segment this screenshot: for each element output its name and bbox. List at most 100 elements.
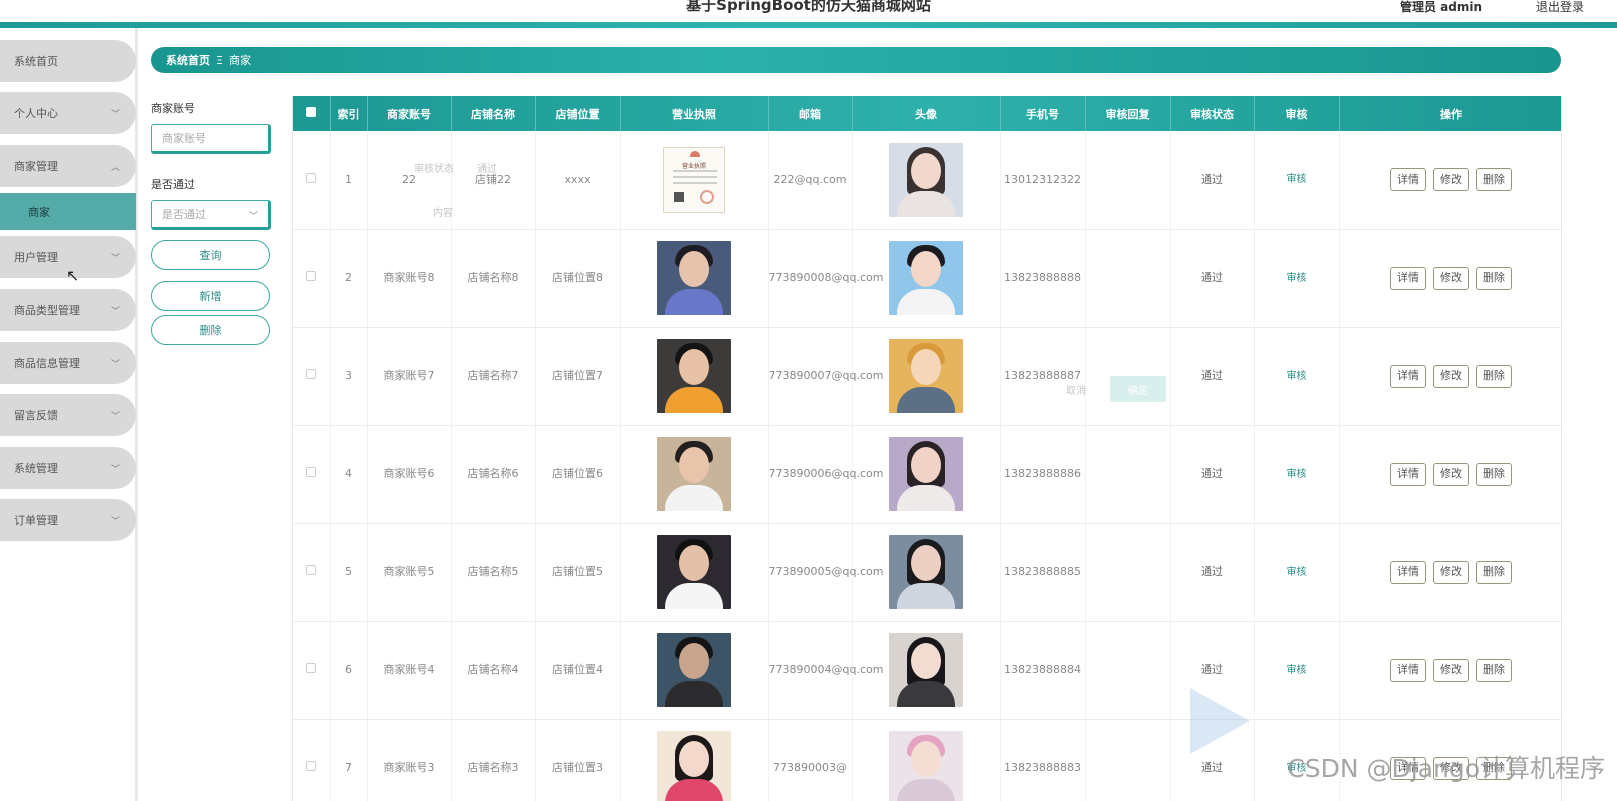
column-header: 审核状态 (1170, 96, 1255, 131)
license-image[interactable] (657, 731, 731, 801)
license-image[interactable] (657, 633, 731, 707)
cell-avatar (852, 131, 1001, 230)
delete-button[interactable]: 删除 (1476, 658, 1512, 682)
cell-index: 5 (330, 523, 368, 622)
cell-license: 营业执照 (620, 131, 769, 230)
sidebar-item-merchant-management[interactable]: 商家管理 ︿ (0, 145, 136, 187)
detail-button[interactable]: 详情 (1390, 266, 1426, 290)
row-checkbox[interactable] (293, 229, 331, 328)
table-row: 5 商家账号5 店铺名称5 店铺位置5 773890005@qq.com 138… (293, 523, 1561, 622)
cell-location: 店铺位置8 (535, 229, 621, 328)
edit-button[interactable]: 修改 (1433, 462, 1469, 486)
detail-button[interactable]: 详情 (1390, 658, 1426, 682)
sidebar-subitem-merchant[interactable]: 商家 (0, 193, 136, 230)
edit-button[interactable]: 修改 (1433, 560, 1469, 584)
delete-button[interactable]: 删除 (1476, 364, 1512, 388)
row-checkbox[interactable] (293, 523, 331, 622)
add-button[interactable]: 新增 (151, 281, 270, 311)
cell-email: 773890007@qq.com (768, 327, 883, 426)
sidebar-item-personal-center[interactable]: 个人中心 ﹀ (0, 92, 136, 134)
delete-button[interactable]: 删除 (1476, 462, 1512, 486)
cell-email: 773890006@qq.com (768, 425, 883, 524)
audit-link[interactable]: 审核 (1287, 469, 1307, 480)
cell-license (620, 229, 769, 328)
avatar-image[interactable] (889, 437, 963, 511)
license-image[interactable] (657, 339, 731, 413)
row-checkbox[interactable] (293, 327, 331, 426)
chevron-up-icon: ︿ (110, 163, 120, 173)
edit-button[interactable]: 修改 (1433, 266, 1469, 290)
pass-filter-placeholder: 是否通过 (162, 208, 206, 221)
account-filter-input[interactable]: 商家账号 (151, 124, 271, 154)
detail-button[interactable]: 详情 (1390, 462, 1426, 486)
avatar-image[interactable] (889, 339, 963, 413)
ev-logo-icon (1190, 688, 1250, 754)
audit-link[interactable]: 审核 (1287, 273, 1307, 284)
avatar-image[interactable] (889, 535, 963, 609)
business-license-image[interactable]: 营业执照 (663, 146, 725, 213)
edit-button[interactable]: 修改 (1433, 364, 1469, 388)
table-row: 3 商家账号7 店铺名称7 店铺位置7 773890007@qq.com 138… (293, 327, 1561, 426)
cell-index: 4 (330, 425, 368, 524)
select-all-checkbox[interactable] (293, 96, 331, 131)
row-checkbox[interactable] (293, 621, 331, 720)
cell-license (620, 327, 769, 426)
delete-button[interactable]: 删除 (1476, 560, 1512, 584)
cell-ops: 详情 修改 删除 (1339, 621, 1561, 720)
cell-audit: 审核 (1254, 327, 1340, 426)
avatar-image[interactable] (889, 241, 963, 315)
account-filter-placeholder: 商家账号 (162, 132, 206, 145)
breadcrumb: 系统首页 Ξ 商家 (151, 47, 1561, 73)
sidebar-item-system-management[interactable]: 系统管理 ﹀ (0, 447, 136, 489)
license-image[interactable] (657, 437, 731, 511)
table-header-row: 索引 商家账号 店铺名称 店铺位置 营业执照 邮箱 头像 手机号 审核回复 审核… (293, 96, 1561, 131)
cell-index: 2 (330, 229, 368, 328)
cell-index: 1 (330, 131, 368, 230)
breadcrumb-separator-icon: Ξ (216, 53, 223, 67)
row-checkbox[interactable] (293, 719, 331, 801)
cell-shop: 店铺22 (451, 131, 536, 230)
query-button[interactable]: 查询 (151, 240, 270, 270)
row-checkbox[interactable] (293, 131, 331, 230)
sidebar-item-product-type-management[interactable]: 商品类型管理 ﹀ (0, 289, 136, 331)
cell-phone: 13823888886 (1000, 425, 1086, 524)
avatar-image[interactable] (889, 142, 963, 217)
cell-location: xxxx (535, 131, 621, 230)
cell-audit: 审核 (1254, 425, 1340, 524)
detail-button[interactable]: 详情 (1390, 560, 1426, 584)
audit-link[interactable]: 审核 (1287, 371, 1307, 382)
logout-link[interactable]: 退出登录 (1536, 0, 1584, 15)
cell-account: 商家账号6 (367, 425, 452, 524)
sidebar-item-order-management[interactable]: 订单管理 ﹀ (0, 499, 136, 541)
edit-button[interactable]: 修改 (1433, 168, 1469, 192)
delete-button[interactable]: 删除 (1476, 266, 1512, 290)
edit-button[interactable]: 修改 (1433, 658, 1469, 682)
row-checkbox[interactable] (293, 425, 331, 524)
delete-batch-button[interactable]: 删除 (151, 315, 270, 345)
sidebar-item-product-info-management[interactable]: 商品信息管理 ﹀ (0, 342, 136, 384)
license-image[interactable] (657, 535, 731, 609)
column-header: 审核 (1254, 96, 1340, 131)
audit-link[interactable]: 审核 (1287, 567, 1307, 578)
license-image[interactable] (657, 241, 731, 315)
detail-button[interactable]: 详情 (1390, 364, 1426, 388)
sidebar-item-feedback[interactable]: 留言反馈 ﹀ (0, 394, 136, 436)
cell-ops: 详情 修改 删除 (1339, 229, 1561, 328)
cell-status: 通过 (1170, 425, 1255, 524)
detail-button[interactable]: 详情 (1390, 168, 1426, 192)
cell-email: 773890003@ (768, 719, 853, 801)
cell-audit: 审核 (1254, 621, 1340, 720)
avatar-image[interactable] (889, 731, 963, 801)
sidebar-item-home[interactable]: 系统首页 (0, 40, 136, 82)
sidebar-item-label: 商家管理 (14, 160, 58, 173)
avatar-image[interactable] (889, 633, 963, 707)
pass-filter-select[interactable]: 是否通过 ﹀ (151, 200, 271, 230)
table-row: 4 商家账号6 店铺名称6 店铺位置6 773890006@qq.com 138… (293, 425, 1561, 524)
audit-link[interactable]: 审核 (1287, 665, 1307, 676)
breadcrumb-home[interactable]: 系统首页 (166, 52, 210, 68)
chevron-down-icon: ﹀ (110, 110, 120, 120)
sidebar: 系统首页 个人中心 ﹀ 商家管理 ︿ 商家 用户管理 ﹀ 商品类型管理 ﹀ 商品… (0, 28, 138, 801)
column-header: 店铺位置 (535, 96, 621, 131)
delete-button[interactable]: 删除 (1476, 168, 1512, 192)
audit-link[interactable]: 审核 (1287, 174, 1307, 185)
